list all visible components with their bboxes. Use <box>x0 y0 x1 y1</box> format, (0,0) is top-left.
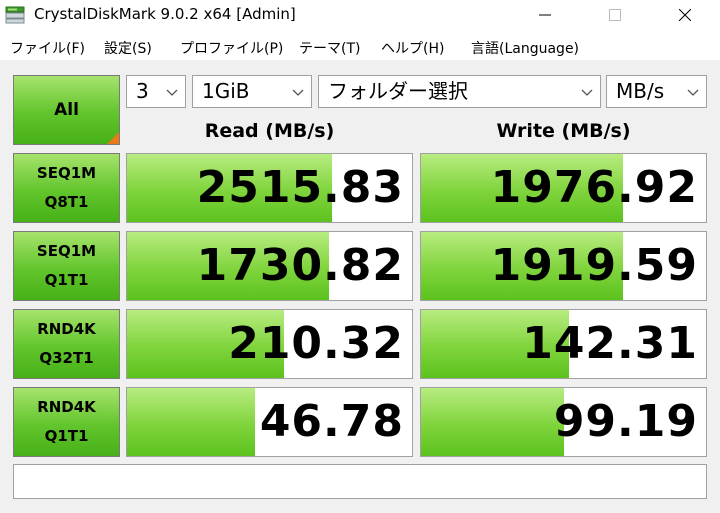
unit-value: MB/s <box>616 79 665 103</box>
result-value: 1730.82 <box>196 240 404 291</box>
corner-marker <box>107 132 119 144</box>
test-name-line1: RND4K <box>37 398 96 416</box>
test-button-rnd4k-q32t1[interactable]: RND4K Q32T1 <box>13 309 120 379</box>
test-button-seq1m-q8t1[interactable]: SEQ1M Q8T1 <box>13 153 120 223</box>
read-result-seq1m-q8t1: 2515.83 <box>126 153 413 223</box>
menu-profile[interactable]: プロファイル(P) <box>180 38 283 58</box>
write-result-rnd4k-q32t1: 142.31 <box>420 309 707 379</box>
all-button[interactable]: All <box>13 75 120 145</box>
title-bar: CrystalDiskMark 9.0.2 x64 [Admin] <box>0 0 720 30</box>
chevron-down-icon <box>581 89 593 96</box>
test-name-line2: Q32T1 <box>39 349 94 367</box>
result-value: 1919.59 <box>490 240 698 291</box>
chevron-down-icon <box>292 89 304 96</box>
result-bar <box>421 388 564 456</box>
result-bar <box>127 388 256 456</box>
target-drive-value: フォルダー選択 <box>328 79 468 103</box>
read-result-rnd4k-q1t1: 46.78 <box>126 387 413 457</box>
write-column-header: Write (MB/s) <box>496 120 631 142</box>
test-size-select[interactable]: 1GiB <box>192 75 312 108</box>
read-column-header: Read (MB/s) <box>204 120 335 142</box>
test-name-line2: Q1T1 <box>44 427 89 445</box>
comment-input[interactable] <box>13 464 707 499</box>
unit-select[interactable]: MB/s <box>606 75 707 108</box>
result-value: 2515.83 <box>196 162 404 213</box>
test-count-value: 3 <box>136 79 149 103</box>
window-title: CrystalDiskMark 9.0.2 x64 [Admin] <box>34 5 296 23</box>
chevron-down-icon <box>166 89 178 96</box>
write-result-rnd4k-q1t1: 99.19 <box>420 387 707 457</box>
maximize-icon <box>609 9 621 21</box>
test-name-line1: SEQ1M <box>36 242 97 260</box>
result-value: 99.19 <box>553 396 698 447</box>
result-value: 46.78 <box>259 396 404 447</box>
maximize-button[interactable] <box>592 0 638 30</box>
close-button[interactable] <box>662 0 708 30</box>
target-drive-select[interactable]: フォルダー選択 <box>318 75 601 108</box>
result-value: 210.32 <box>228 318 404 369</box>
read-result-rnd4k-q32t1: 210.32 <box>126 309 413 379</box>
menu-help[interactable]: ヘルプ(H) <box>381 38 444 58</box>
menu-settings[interactable]: 設定(S) <box>104 38 152 58</box>
test-size-value: 1GiB <box>202 79 250 103</box>
close-icon <box>679 9 691 21</box>
minimize-button[interactable] <box>522 0 568 30</box>
test-count-select[interactable]: 3 <box>126 75 186 108</box>
menu-file[interactable]: ファイル(F) <box>10 38 85 58</box>
write-result-seq1m-q8t1: 1976.92 <box>420 153 707 223</box>
test-name-line2: Q1T1 <box>44 271 89 289</box>
test-button-seq1m-q1t1[interactable]: SEQ1M Q1T1 <box>13 231 120 301</box>
all-button-label: All <box>54 100 79 120</box>
test-name-line1: RND4K <box>37 320 96 338</box>
minimize-icon <box>539 14 551 16</box>
test-button-rnd4k-q1t1[interactable]: RND4K Q1T1 <box>13 387 120 457</box>
menu-bar: ファイル(F) 設定(S) プロファイル(P) テーマ(T) ヘルプ(H) 言語… <box>0 30 720 60</box>
read-result-seq1m-q1t1: 1730.82 <box>126 231 413 301</box>
result-value: 142.31 <box>522 318 698 369</box>
chevron-down-icon <box>687 89 699 96</box>
menu-language[interactable]: 言語(Language) <box>471 38 579 58</box>
write-result-seq1m-q1t1: 1919.59 <box>420 231 707 301</box>
crystaldiskmark-app-icon <box>5 6 25 24</box>
test-name-line1: SEQ1M <box>36 164 97 182</box>
menu-theme[interactable]: テーマ(T) <box>299 38 360 58</box>
test-name-line2: Q8T1 <box>44 193 89 211</box>
result-value: 1976.92 <box>490 162 698 213</box>
